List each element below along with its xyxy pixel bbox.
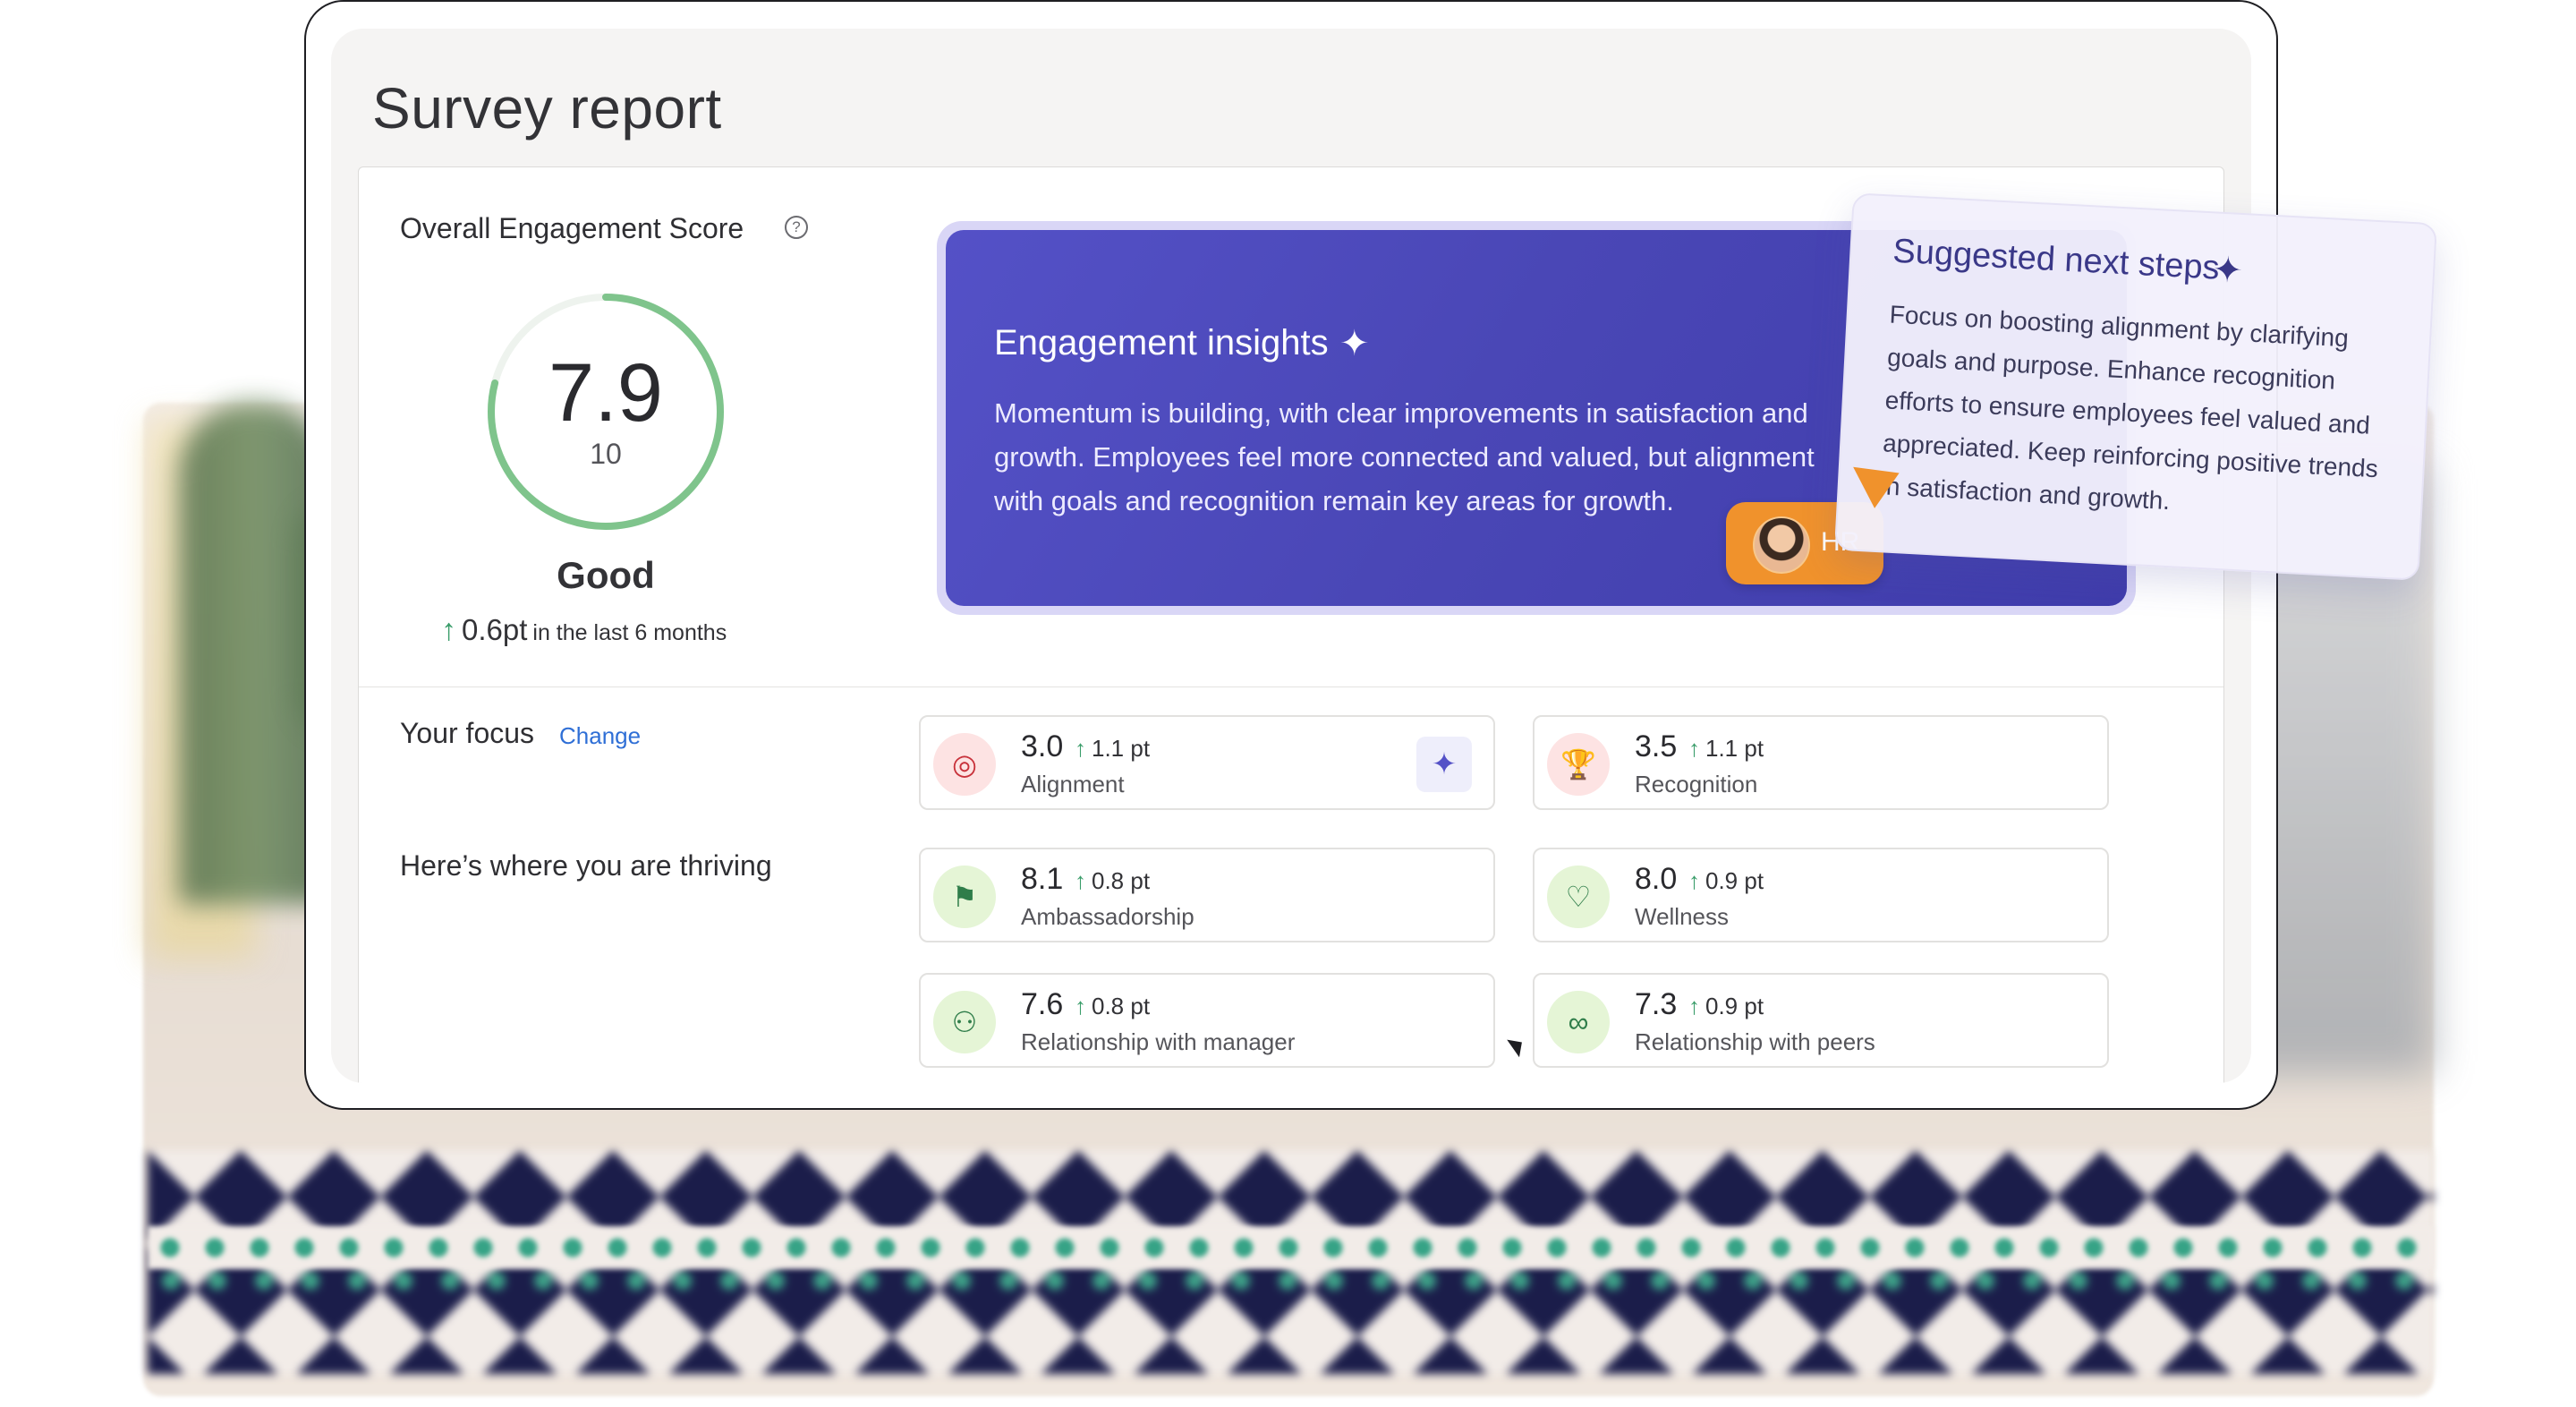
arrow-up-icon: ↑ [1688,867,1700,894]
metric-delta: ↑ 1.1 pt [1688,735,1764,763]
metric-delta-value: 0.8 pt [1092,993,1151,1019]
heart-plus-icon: ♡ [1547,866,1610,928]
background-rug-band [148,1226,2434,1269]
metric-card-alignment[interactable]: ◎ 3.0 ↑ 1.1 pt Alignment ✦ [919,715,1495,810]
section-divider [359,686,2223,687]
metric-delta: ↑ 0.9 pt [1688,993,1764,1020]
metric-value: 3.0 [1021,729,1064,763]
metric-delta: ↑ 0.9 pt [1688,867,1764,895]
sparkle-icon: ✦ [1339,324,1370,363]
metric-delta: ↑ 1.1 pt [1075,735,1150,763]
metric-name: Alignment [1021,771,1125,797]
metric-name: Wellness [1635,903,1730,930]
avatar [1753,516,1810,574]
flag-icon: ⚑ [933,866,996,928]
focus-label: Your focus [400,717,535,749]
metric-name: Relationship with peers [1635,1028,1875,1055]
arrow-up-icon: ↑ [1688,993,1700,1019]
score-trend: ↑ 0.6pt in the last 6 months [441,613,727,648]
sparkle-icon: ✦ [2211,250,2244,292]
metric-card-recognition[interactable]: 🏆 3.5 ↑ 1.1 pt Recognition [1533,715,2109,810]
score-value: 7.9 [548,347,663,439]
metric-card-relationship-peers[interactable]: ∞ 7.3 ↑ 0.9 pt Relationship with peers [1533,973,2109,1068]
help-icon[interactable]: ? [785,216,808,239]
metric-delta: ↑ 0.8 pt [1075,867,1150,895]
metric-name: Relationship with manager [1021,1028,1296,1055]
trend-value: 0.6pt [462,613,528,646]
insights-title: Engagement insights [994,323,1329,362]
thriving-label: Here’s where you are thriving [400,849,772,882]
suggested-title: Suggested next steps [1892,232,2221,287]
trophy-icon: 🏆 [1547,733,1610,796]
metric-value: 3.5 [1635,729,1678,763]
metric-delta-value: 1.1 pt [1092,735,1151,762]
ai-sparkle-button[interactable]: ✦ [1416,737,1472,792]
metric-card-wellness[interactable]: ♡ 8.0 ↑ 0.9 pt Wellness [1533,848,2109,942]
metric-value: 7.6 [1021,987,1064,1021]
metric-delta-value: 0.9 pt [1705,993,1764,1019]
metric-value: 8.1 [1021,862,1064,896]
metric-delta-value: 0.8 pt [1092,867,1151,894]
metric-delta-value: 0.9 pt [1705,867,1764,894]
score-label: Overall Engagement Score [400,212,744,244]
metric-delta-value: 1.1 pt [1705,735,1764,762]
arrow-up-icon: ↑ [1075,735,1086,762]
link-icon: ∞ [1547,991,1610,1053]
score-max: 10 [590,438,622,470]
metric-value: 8.0 [1635,862,1678,896]
arrow-up-icon: ↑ [1075,993,1086,1019]
arrow-up-icon: ↑ [1075,867,1086,894]
metric-card-relationship-manager[interactable]: ⚇ 7.6 ↑ 0.8 pt Relationship with manager [919,973,1495,1068]
arrow-up-icon: ↑ [1688,735,1700,762]
metric-value: 7.3 [1635,987,1678,1021]
suggested-next-steps-card: Suggested next steps ✦ Focus on boosting… [1833,192,2438,581]
target-icon: ◎ [933,733,996,796]
metric-name: Ambassadorship [1021,903,1194,930]
trend-up-icon: ↑ [441,613,456,647]
metric-name: Recognition [1635,771,1758,797]
metric-delta: ↑ 0.8 pt [1075,993,1150,1020]
trend-period: in the last 6 months [532,620,727,645]
score-rating: Good [557,554,655,596]
hierarchy-icon: ⚇ [933,991,996,1053]
suggested-body: Focus on boosting alignment by clarifyin… [1880,300,2379,516]
metric-card-ambassadorship[interactable]: ⚑ 8.1 ↑ 0.8 pt Ambassadorship [919,848,1495,942]
change-link[interactable]: Change [559,722,641,750]
page-title: Survey report [372,76,722,141]
